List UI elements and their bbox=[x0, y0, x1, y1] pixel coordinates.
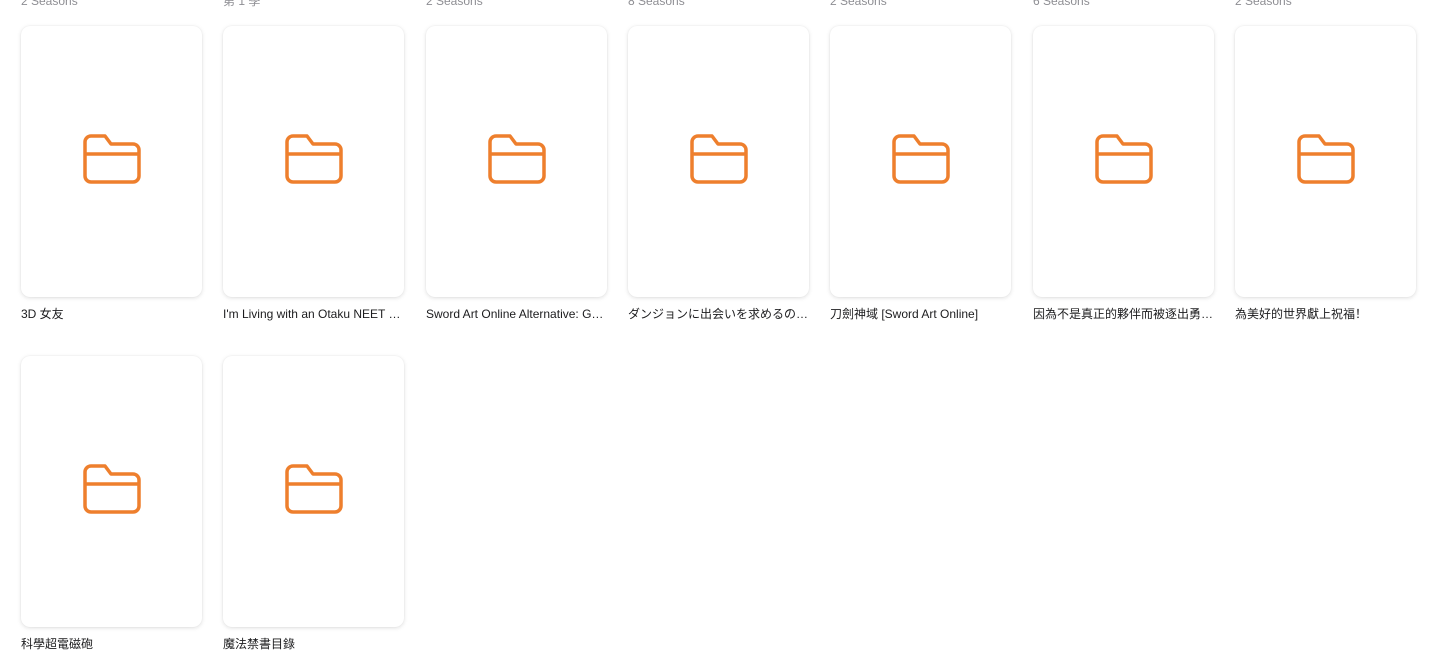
folder-card[interactable] bbox=[628, 26, 809, 297]
folder-card[interactable] bbox=[223, 356, 404, 627]
folder-icon bbox=[82, 134, 141, 189]
folder-card[interactable] bbox=[21, 356, 202, 627]
subtitle: 2 Seasons bbox=[426, 0, 483, 8]
folder-icon bbox=[284, 134, 343, 189]
subtitle: 2 Seasons bbox=[830, 0, 887, 8]
folder-icon bbox=[1296, 134, 1355, 189]
folder-card[interactable] bbox=[21, 26, 202, 297]
folder-card[interactable] bbox=[830, 26, 1011, 297]
folder-card[interactable] bbox=[1235, 26, 1416, 297]
library-grid: 2 Seasons 第 1 季 2 Seasons 8 Seasons 2 Se… bbox=[0, 0, 1429, 659]
folder-title[interactable]: ダンジョンに出会いを求めるのは間違っているだろうか bbox=[628, 306, 809, 322]
folder-icon bbox=[284, 464, 343, 519]
folder-icon bbox=[487, 134, 546, 189]
folder-title[interactable]: 為美好的世界獻上祝福！ bbox=[1235, 306, 1416, 322]
folder-icon bbox=[891, 134, 950, 189]
folder-title[interactable]: 科學超電磁砲 bbox=[21, 636, 202, 652]
subtitle: 第 1 季 bbox=[223, 0, 261, 8]
folder-card[interactable] bbox=[1033, 26, 1214, 297]
folder-title[interactable]: 魔法禁書目錄 bbox=[223, 636, 404, 652]
folder-title[interactable]: Sword Art Online Alternative: Gun Gale O… bbox=[426, 306, 607, 322]
subtitle: 2 Seasons bbox=[1235, 0, 1292, 8]
folder-icon bbox=[689, 134, 748, 189]
subtitle: 6 Seasons bbox=[1033, 0, 1090, 8]
subtitle: 8 Seasons bbox=[628, 0, 685, 8]
subtitle: 2 Seasons bbox=[21, 0, 78, 8]
previous-row-subtitles: 2 Seasons 第 1 季 2 Seasons 8 Seasons 2 Se… bbox=[0, 0, 1429, 8]
folder-icon bbox=[82, 464, 141, 519]
folder-title[interactable]: 刀劍神域 [Sword Art Online] bbox=[830, 306, 1011, 322]
folder-icon bbox=[1094, 134, 1153, 189]
folder-card[interactable] bbox=[426, 26, 607, 297]
folder-title[interactable]: 因為不是真正的夥伴而被逐出勇者隊伍 bbox=[1033, 306, 1214, 322]
folder-card[interactable] bbox=[223, 26, 404, 297]
folder-title[interactable]: 3D 女友 bbox=[21, 306, 202, 322]
folder-title[interactable]: I'm Living with an Otaku NEET Kunoichi!?… bbox=[223, 306, 404, 322]
